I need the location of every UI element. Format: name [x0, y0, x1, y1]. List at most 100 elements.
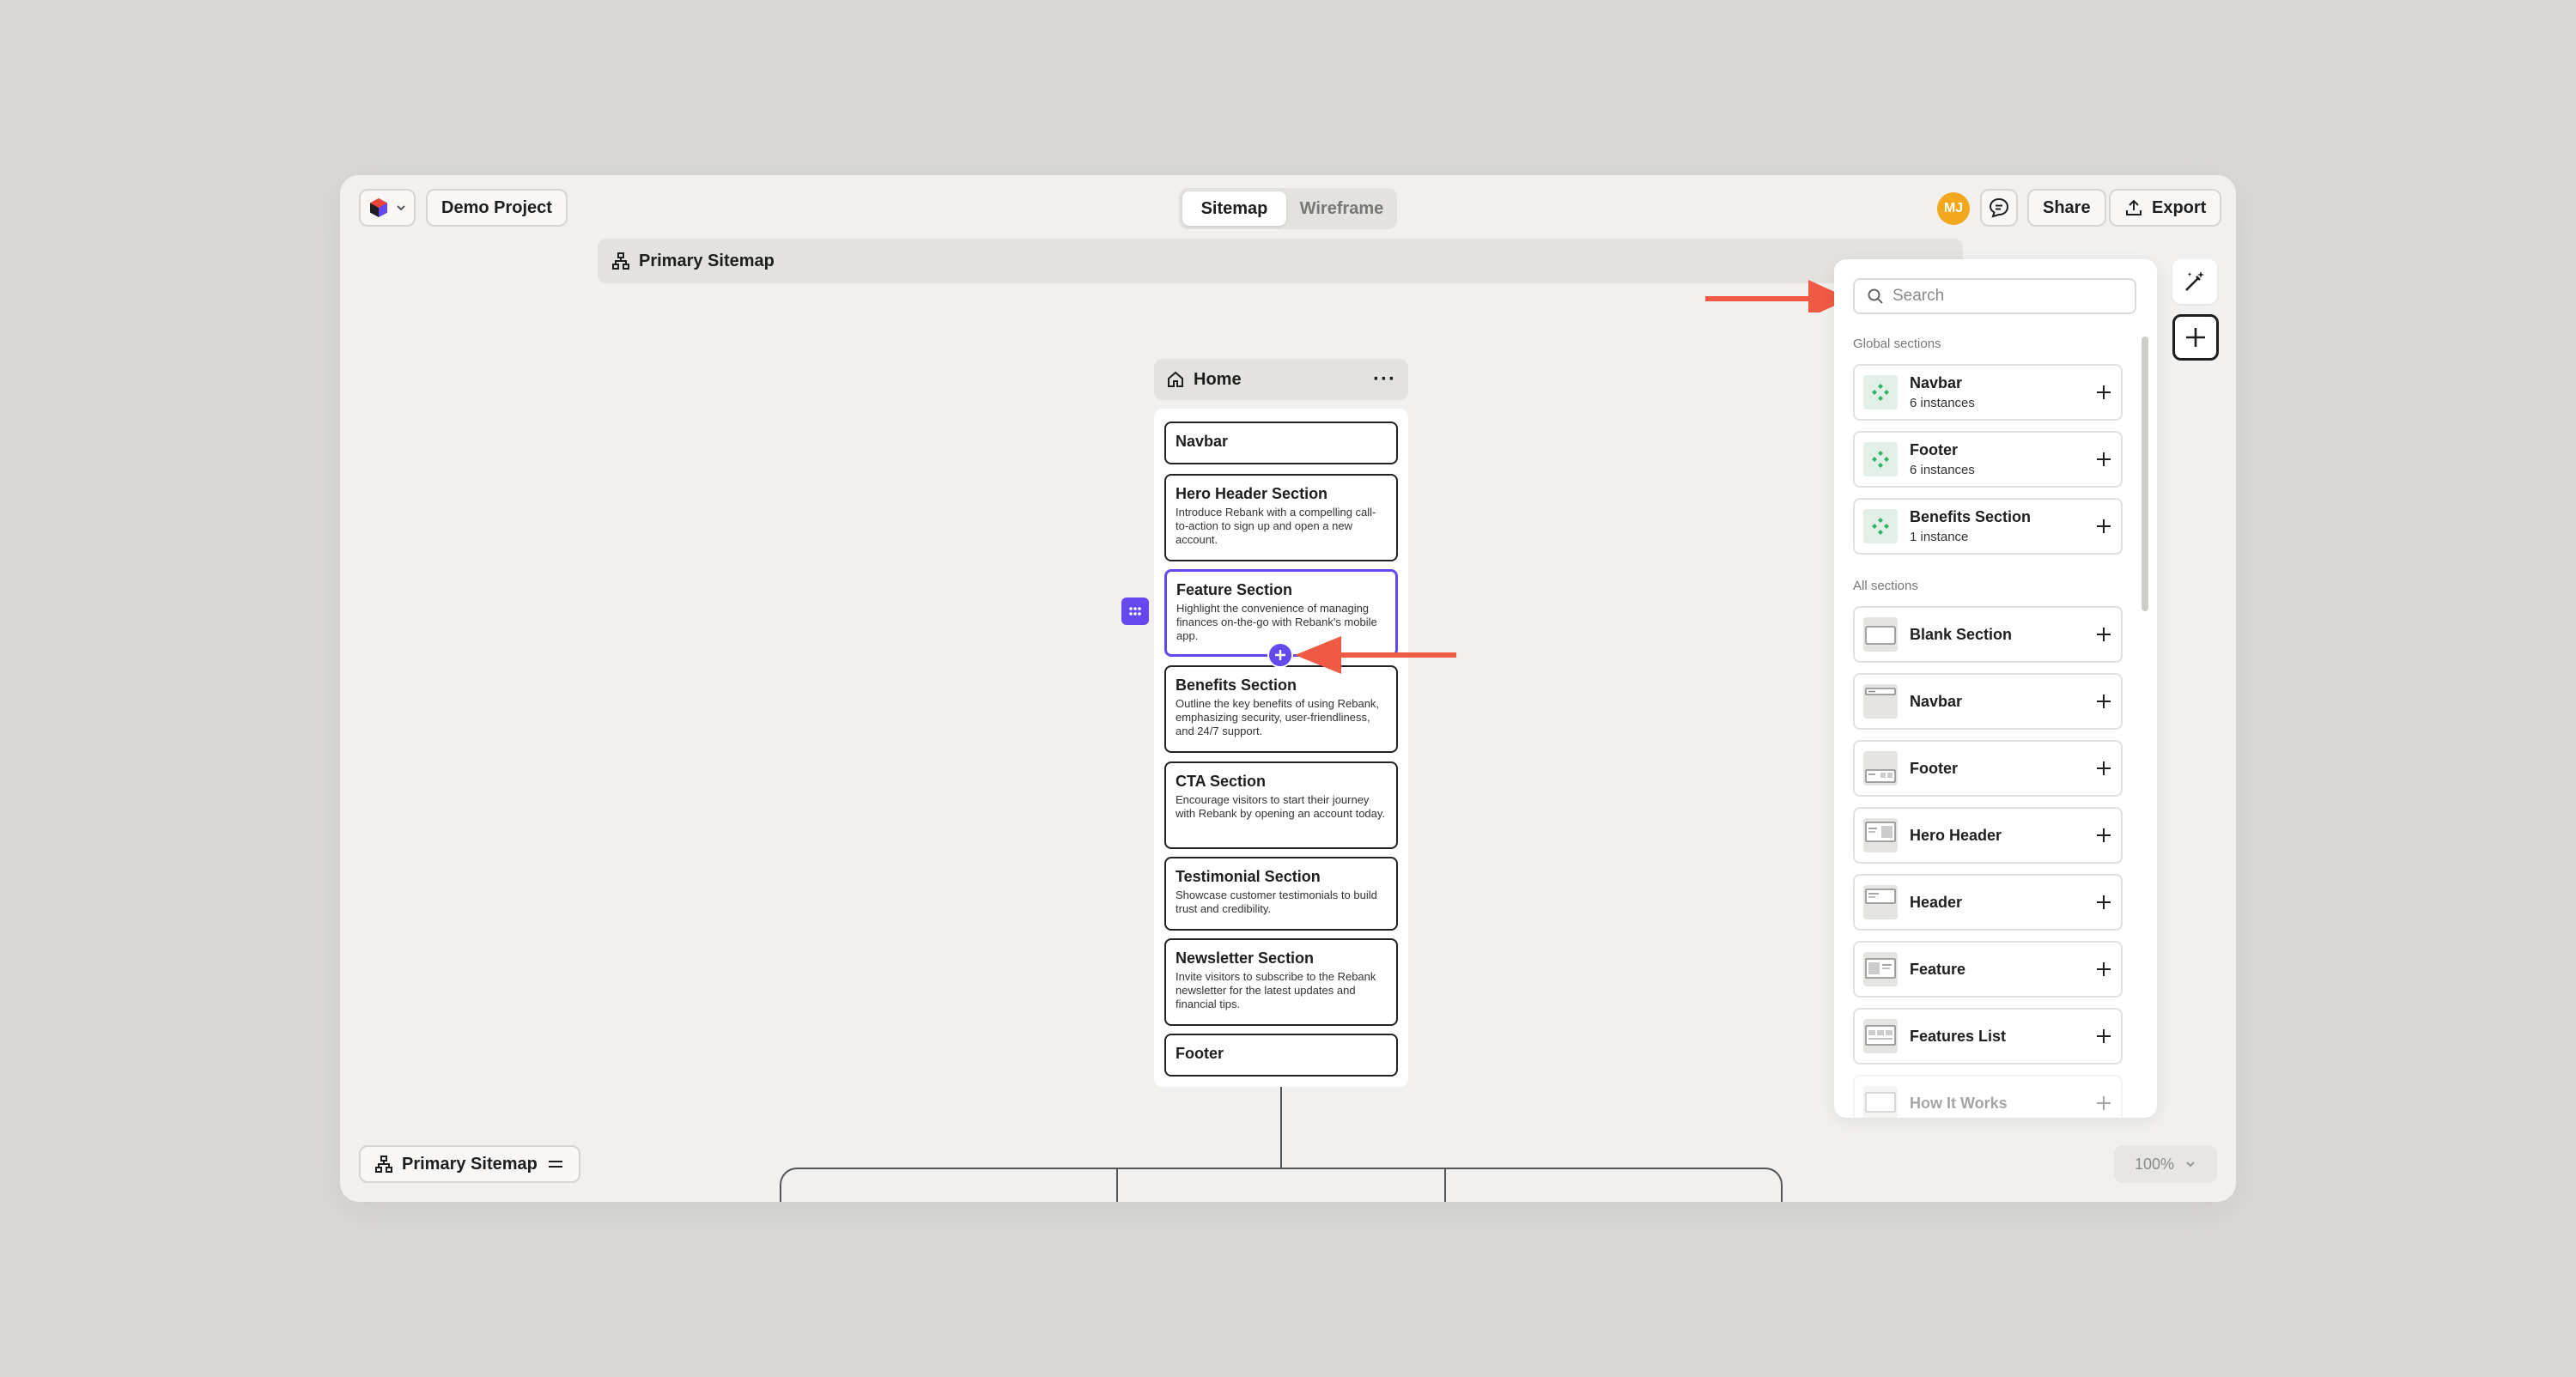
plus-icon[interactable] [2095, 693, 2112, 710]
tab-wireframe[interactable]: Wireframe [1290, 191, 1394, 226]
item-name: Feature [1910, 960, 1966, 978]
chevron-down-icon [395, 202, 407, 214]
section-blank[interactable]: Blank Section [1853, 606, 2123, 663]
section-hero-header[interactable]: Hero Header [1853, 807, 2123, 864]
zoom-control[interactable]: 100% [2114, 1145, 2217, 1183]
footer-thumbnail-icon [1863, 751, 1898, 786]
more-options-icon[interactable]: ··· [1373, 367, 1396, 391]
insert-section-button[interactable] [1267, 642, 1293, 668]
section-footer[interactable]: Footer [1853, 740, 2123, 797]
sitemap-selector-label: Primary Sitemap [402, 1154, 538, 1174]
annotation-arrow-search [1705, 280, 1850, 312]
section-description: Encourage visitors to start their journe… [1176, 793, 1386, 820]
connector-line [1280, 1087, 1282, 1169]
section-card-navbar[interactable]: Navbar [1164, 422, 1398, 464]
item-name: Navbar [1910, 692, 1963, 710]
section-card-footer[interactable]: Footer [1164, 1034, 1398, 1077]
plus-icon[interactable] [2095, 518, 2112, 535]
plus-icon[interactable] [2095, 1095, 2112, 1112]
section-how-it-works[interactable]: How It Works [1853, 1075, 2123, 1118]
plus-icon[interactable] [2095, 384, 2112, 401]
panel-scrollbar[interactable] [2142, 337, 2148, 611]
global-section-footer[interactable]: Footer 6 instances [1853, 431, 2123, 488]
sitemap-header-bar[interactable]: Primary Sitemap [598, 239, 1963, 283]
plus-icon [2184, 325, 2208, 349]
instance-count: 6 instances [1910, 463, 1975, 477]
section-description: Outline the key benefits of using Rebank… [1176, 697, 1380, 737]
navbar-thumbnail-icon [1863, 684, 1898, 719]
section-feature[interactable]: Feature [1853, 941, 2123, 998]
component-icon [1863, 375, 1898, 409]
section-title: Footer [1176, 1045, 1224, 1062]
app-window: Demo Project Sitemap Wireframe MJ Share … [340, 175, 2236, 1202]
page-sections-list: Navbar Hero Header Section Introduce Reb… [1154, 409, 1408, 1087]
cube-logo-icon [368, 197, 390, 219]
plus-icon[interactable] [2095, 1028, 2112, 1045]
magic-wand-icon [2182, 269, 2208, 294]
add-section-panel-button[interactable] [2172, 314, 2219, 361]
section-card-cta[interactable]: CTA Section Encourage visitors to start … [1164, 761, 1398, 849]
feature-thumbnail-icon [1863, 952, 1898, 986]
section-card-benefits[interactable]: Benefits Section Outline the key benefit… [1164, 665, 1398, 753]
tab-sitemap[interactable]: Sitemap [1182, 191, 1286, 226]
export-button[interactable]: Export [2109, 189, 2222, 227]
share-button[interactable]: Share [2027, 189, 2106, 227]
section-navbar[interactable]: Navbar [1853, 673, 2123, 730]
sitemap-icon [611, 252, 630, 270]
global-section-navbar[interactable]: Navbar 6 instances [1853, 364, 2123, 421]
chevron-down-icon [2184, 1158, 2196, 1170]
project-name-button[interactable]: Demo Project [426, 189, 568, 227]
plus-icon[interactable] [2095, 760, 2112, 777]
how-it-works-thumbnail-icon [1863, 1086, 1898, 1118]
plus-icon[interactable] [2095, 961, 2112, 978]
plus-icon[interactable] [2095, 894, 2112, 911]
menu-icon [546, 1155, 565, 1174]
plus-icon[interactable] [2095, 451, 2112, 468]
ai-wand-button[interactable] [2172, 259, 2217, 304]
item-name: Hero Header [1910, 826, 2002, 844]
page-header-home[interactable]: Home ··· [1154, 359, 1408, 400]
section-card-testimonial[interactable]: Testimonial Section Showcase customer te… [1164, 857, 1398, 931]
annotation-arrow-insert [1295, 636, 1456, 674]
connector-line [1444, 1168, 1446, 1202]
section-card-hero-header[interactable]: Hero Header Section Introduce Rebank wit… [1164, 474, 1398, 561]
comments-button[interactable] [1980, 189, 2018, 227]
all-sections-label: All sections [1853, 579, 1918, 593]
export-label: Export [2152, 197, 2207, 217]
hero-header-thumbnail-icon [1863, 818, 1898, 852]
connector-line [1116, 1168, 1118, 1202]
view-switcher: Sitemap Wireframe [1179, 188, 1397, 229]
item-name: Header [1910, 893, 1963, 911]
chat-bubble-icon [1988, 197, 2010, 219]
upload-icon [2124, 198, 2143, 217]
plus-icon[interactable] [2095, 827, 2112, 844]
search-field[interactable] [1853, 278, 2136, 314]
section-title: Hero Header Section [1176, 485, 1328, 502]
avatar[interactable]: MJ [1937, 192, 1970, 225]
section-header[interactable]: Header [1853, 874, 2123, 931]
sitemap-selector-button[interactable]: Primary Sitemap [359, 1145, 580, 1183]
global-section-benefits[interactable]: Benefits Section 1 instance [1853, 498, 2123, 555]
blank-thumbnail-icon [1863, 617, 1898, 652]
section-features-list[interactable]: Features List [1853, 1008, 2123, 1065]
instance-count: 6 instances [1910, 396, 1975, 410]
section-card-newsletter[interactable]: Newsletter Section Invite visitors to su… [1164, 938, 1398, 1026]
section-description: Showcase customer testimonials to build … [1176, 889, 1377, 915]
item-name: How It Works [1910, 1094, 2008, 1112]
search-input[interactable] [1893, 287, 2116, 306]
section-title: Feature Section [1176, 581, 1293, 598]
section-title: Navbar [1176, 433, 1229, 450]
item-name: Navbar [1910, 374, 1963, 391]
plus-icon[interactable] [2095, 626, 2112, 643]
home-icon [1166, 370, 1185, 389]
search-icon [1867, 288, 1884, 305]
features-list-thumbnail-icon [1863, 1019, 1898, 1053]
drag-handle-icon[interactable] [1121, 598, 1149, 625]
section-title: CTA Section [1176, 773, 1267, 790]
sitemap-icon [374, 1155, 393, 1174]
sitemap-title: Primary Sitemap [639, 251, 775, 270]
item-name: Footer [1910, 759, 1958, 777]
item-name: Features List [1910, 1027, 2007, 1045]
section-library-panel: Global sections Navbar 6 instances Footer… [1834, 259, 2157, 1118]
logo-menu-button[interactable] [359, 189, 416, 227]
